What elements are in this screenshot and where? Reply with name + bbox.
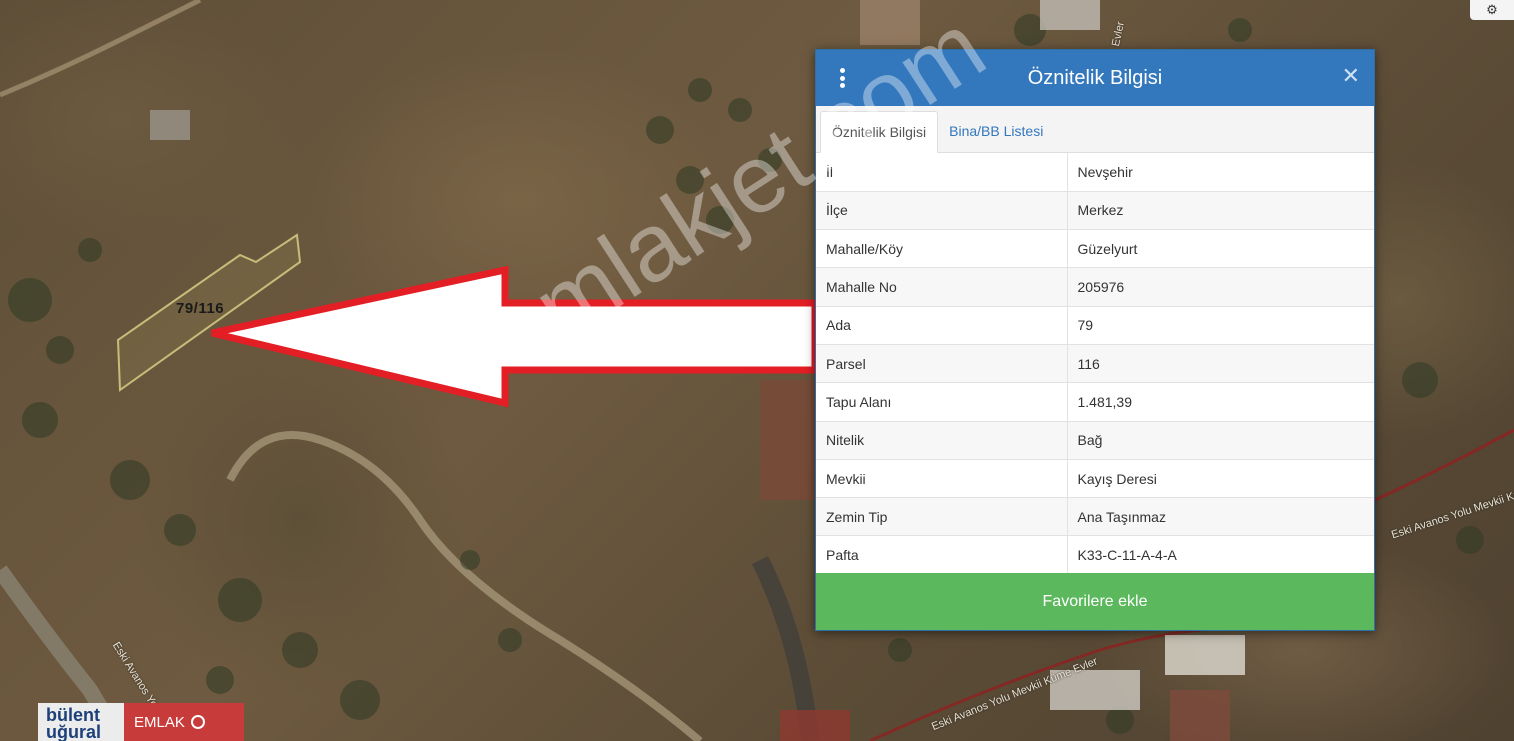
attribute-value: Kayış Deresi	[1067, 459, 1374, 499]
table-row: İl Nevşehir	[816, 153, 1374, 192]
attribute-value: Güzelyurt	[1067, 229, 1374, 269]
logo-line2: uğural	[46, 722, 102, 741]
attribute-table: İl Nevşehir İlçe Merkez Mahalle/Köy Güzelyurt…	[816, 153, 1374, 575]
attribute-key: Nitelik	[816, 421, 1068, 460]
attribute-key: Ada	[816, 306, 1068, 345]
table-row: Pafta K33-C-11-A-4-A	[816, 535, 1374, 575]
logo-emlak: EMLAK	[124, 703, 244, 741]
parcel-label: 79/116	[176, 300, 225, 317]
tab-attribute-info[interactable]: Öznitelik Bilgisi	[820, 111, 939, 153]
dialog-title: Öznitelik Bilgisi	[1027, 66, 1163, 89]
attribute-value: Ana Taşınmaz	[1067, 497, 1374, 537]
attribute-key: Zemin Tip	[816, 497, 1068, 537]
attribute-value: Merkez	[1067, 191, 1374, 231]
table-row: Mahalle No 205976	[816, 267, 1374, 307]
table-row: Tapu Alanı 1.481,39	[816, 382, 1374, 422]
table-row: Parsel 116	[816, 344, 1374, 384]
logo-name: bülent uğural	[38, 703, 124, 741]
attribute-key: Tapu Alanı	[816, 382, 1068, 422]
attribute-value: 79	[1067, 306, 1374, 345]
brand-logo: bülent uğural EMLAK	[38, 703, 244, 741]
attribute-key: İlçe	[816, 191, 1068, 231]
kebab-menu-icon[interactable]	[838, 68, 846, 88]
attribute-value: 1.481,39	[1067, 382, 1374, 422]
close-icon[interactable]: ✕	[1342, 64, 1360, 90]
attribute-info-dialog: Öznitelik Bilgisi ✕ Öznitelik Bilgisi Bi…	[815, 49, 1375, 631]
tab-building-list[interactable]: Bina/BB Listesi	[938, 110, 1054, 152]
attribute-key: Mahalle No	[816, 267, 1068, 307]
table-row: Mevkii Kayış Deresi	[816, 459, 1374, 499]
attribute-value: 116	[1067, 344, 1374, 384]
logo-emlak-text: EMLAK	[134, 713, 185, 731]
dialog-tabs: Öznitelik Bilgisi Bina/BB Listesi	[816, 106, 1374, 153]
attribute-key: İl	[816, 153, 1068, 192]
attribute-key: Parsel	[816, 344, 1068, 384]
table-row: Mahalle/Köy Güzelyurt	[816, 229, 1374, 269]
gear-icon: ⚙	[1486, 2, 1498, 17]
logo-mark-icon	[190, 715, 205, 729]
settings-button[interactable]: ⚙	[1470, 0, 1514, 20]
table-row: Zemin Tip Ana Taşınmaz	[816, 497, 1374, 537]
add-favorite-button[interactable]: Favorilere ekle	[816, 573, 1374, 630]
table-row: Nitelik Bağ	[816, 421, 1374, 460]
table-row: Ada 79	[816, 306, 1374, 345]
dialog-header: Öznitelik Bilgisi ✕	[816, 50, 1374, 106]
attribute-value: Nevşehir	[1067, 153, 1374, 192]
attribute-value: K33-C-11-A-4-A	[1067, 535, 1374, 575]
table-row: İlçe Merkez	[816, 191, 1374, 231]
attribute-value: 205976	[1067, 267, 1374, 307]
attribute-key: Mevkii	[816, 459, 1068, 499]
attribute-key: Mahalle/Köy	[816, 229, 1068, 269]
attribute-value: Bağ	[1067, 421, 1374, 460]
attribute-key: Pafta	[816, 535, 1068, 575]
